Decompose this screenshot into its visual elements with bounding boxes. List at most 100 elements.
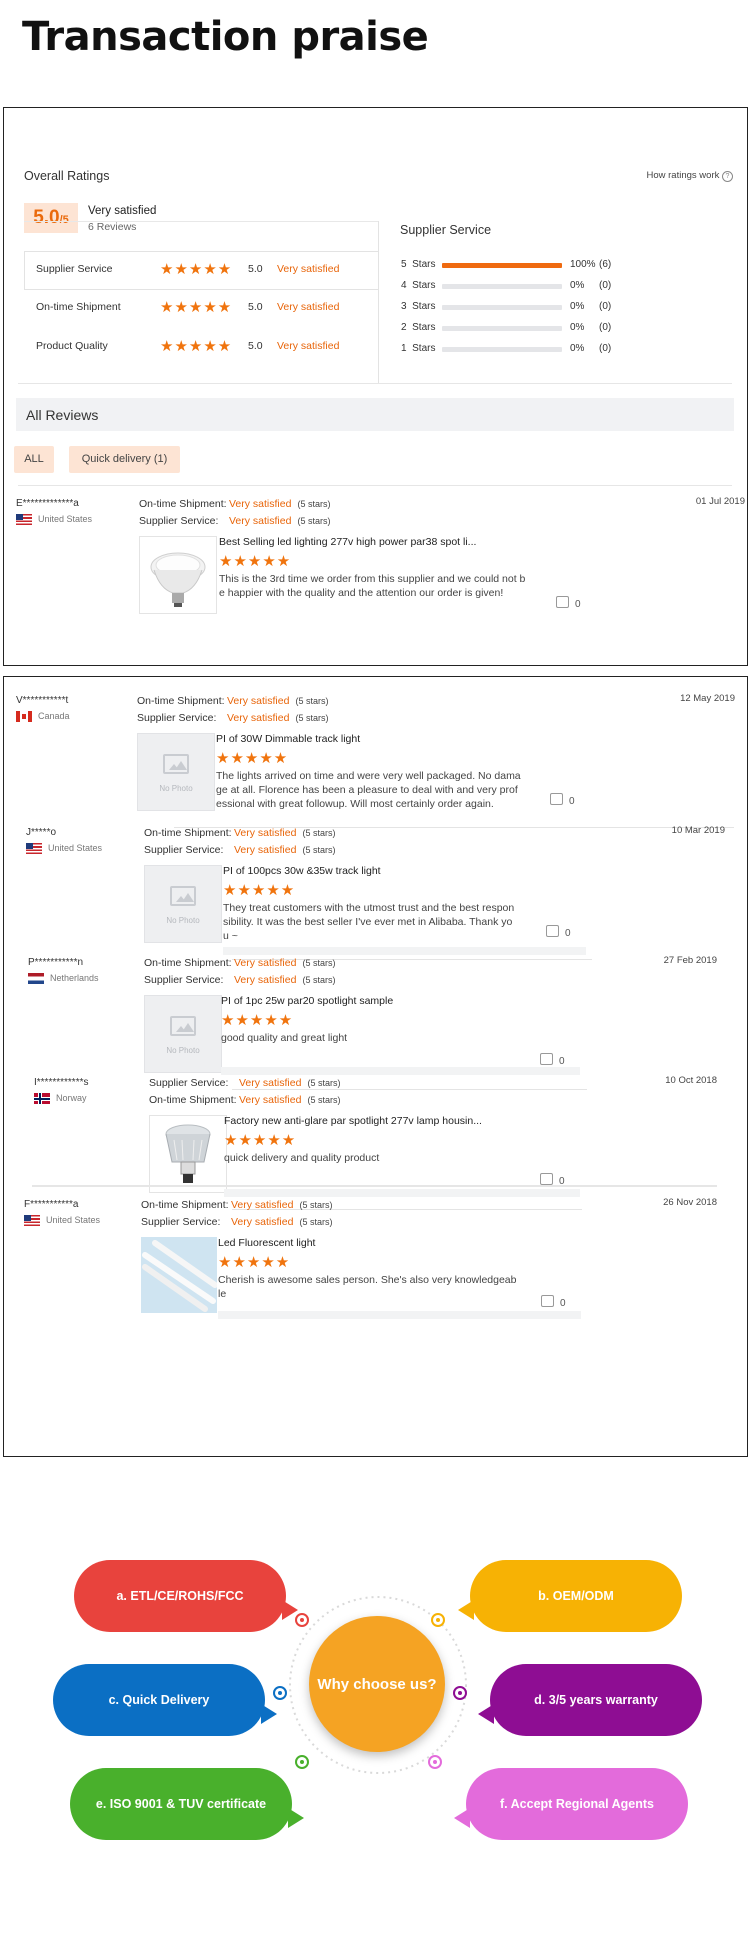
criterion-stars: (5 stars) [302, 958, 336, 968]
review-text: The lights arrived on time and were very… [216, 770, 521, 810]
reviewer-country: United States [24, 1215, 100, 1227]
no-photo-placeholder[interactable]: No Photo [144, 865, 222, 943]
bubble-tail [288, 1808, 304, 1828]
reply-area [223, 947, 586, 955]
criterion-label: On-time Shipment: [137, 695, 225, 707]
bubble-tail [458, 1600, 474, 1620]
breakdown-count: (0) [599, 322, 612, 333]
rating-row-label: Very satisfied [277, 301, 340, 313]
like-count: 0 [575, 599, 581, 610]
rating-row-name: Product Quality [36, 340, 108, 352]
breakdown-star-label: 4 Stars [401, 280, 436, 291]
par-bulb-photo [150, 552, 206, 607]
reviewer-country-name: Netherlands [50, 973, 99, 983]
criterion-value: Very satisfied [231, 1199, 294, 1211]
page-title: Transaction praise [22, 14, 429, 60]
review-date: 10 Mar 2019 [671, 825, 725, 836]
criterion-label: On-time Shipment: [149, 1094, 237, 1106]
like-button[interactable]: 0 [550, 793, 575, 807]
review-product-title[interactable]: PI of 100pcs 30w &35w track light [223, 865, 515, 877]
review-product-title[interactable]: Factory new anti-glare par spotlight 277… [224, 1115, 514, 1127]
image-placeholder-icon [170, 886, 196, 906]
criterion-value: Very satisfied [234, 844, 297, 856]
flag-us-icon [24, 1215, 40, 1227]
why-choose-us-graphic: a. ETL/CE/ROHS/FCC b. OEM/ODM c. Quick Del… [0, 1530, 750, 1860]
filter-all-button[interactable]: ALL [14, 446, 54, 473]
review-stars: ★★★★★ [219, 553, 292, 570]
reviewer-name: V***********t [16, 695, 69, 706]
rating-row-label: Very satisfied [277, 340, 340, 352]
product-thumbnail[interactable] [139, 536, 217, 614]
flag-us-icon [16, 514, 32, 526]
reviews-panel: V***********t Canada On-time Shipment: Very… [3, 676, 748, 1457]
criterion-stars: (5 stars) [302, 845, 336, 855]
why-bubble: f. Accept Regional Agents [454, 1768, 688, 1840]
breakdown-star-label: 2 Stars [401, 322, 436, 333]
review-product-title[interactable]: Best Selling led lighting 277v high powe… [219, 536, 529, 548]
review-date: 27 Feb 2019 [663, 955, 717, 966]
review-criterion-row: Supplier Service: Very satisfied (5 stars) [141, 1216, 332, 1228]
rating-row-stars: ★★★★★ [160, 299, 233, 316]
review-stars: ★★★★★ [223, 882, 296, 899]
review-product-title[interactable]: Led Fluorescent light [218, 1237, 518, 1249]
product-thumbnail[interactable] [141, 1237, 218, 1313]
review-text: This is the 3rd time we order from this … [219, 573, 526, 599]
reviewer-name: E*************a [16, 498, 79, 509]
breakdown-star-label: 5 Stars [401, 259, 436, 270]
criterion-value: Very satisfied [227, 712, 290, 724]
like-button[interactable]: 0 [556, 596, 581, 610]
review-criterion-row: On-time Shipment: Very satisfied (5 stars) [149, 1094, 340, 1106]
criterion-value: Very satisfied [229, 515, 292, 527]
reviewer-info: P***********n Netherlands [28, 957, 99, 985]
criterion-stars: (5 stars) [307, 1078, 341, 1088]
breakdown-percent: 0% [570, 343, 585, 354]
review-separator [32, 1185, 717, 1187]
bubble-tail [478, 1704, 494, 1724]
help-icon: ? [722, 171, 733, 182]
no-photo-label: No Photo [166, 1046, 200, 1055]
review-criterion-row: Supplier Service: Very satisfied (5 stars) [144, 974, 335, 986]
why-connector-dot [295, 1613, 309, 1627]
breakdown-bar-track [442, 305, 562, 310]
review-product-title[interactable]: PI of 30W Dimmable track light [216, 733, 521, 745]
breakdown-percent: 0% [570, 322, 585, 333]
reviewer-country: Canada [16, 711, 70, 723]
why-bubble: d. 3/5 years warranty [478, 1664, 702, 1736]
reviewer-info: V***********t Canada [16, 695, 70, 723]
rating-row-name: Supplier Service [36, 263, 113, 275]
criterion-stars: (5 stars) [299, 1200, 333, 1210]
flag-ca-icon [16, 711, 32, 723]
reviewer-name: F***********a [24, 1199, 79, 1210]
no-photo-placeholder[interactable]: No Photo [144, 995, 222, 1073]
led-tube-photo [141, 1237, 218, 1313]
review-product-title[interactable]: PI of 1pc 25w par20 spotlight sample [221, 995, 516, 1007]
why-bubble-label: b. OEM/ODM [538, 1589, 614, 1603]
criterion-value: Very satisfied [231, 1216, 294, 1228]
how-ratings-work-link[interactable]: How ratings work ? [647, 170, 733, 182]
like-button[interactable]: 0 [540, 1053, 565, 1067]
criterion-value: Very satisfied [234, 974, 297, 986]
breakdown-bar-fill [442, 263, 562, 268]
review-criterion-row: Supplier Service: Very satisfied (5 stars) [144, 844, 335, 856]
like-button[interactable]: 0 [541, 1295, 566, 1309]
why-bubble: e. ISO 9001 & TUV certificate [70, 1768, 304, 1840]
why-connector-dot [428, 1755, 442, 1769]
thumbs-up-icon [540, 1053, 553, 1065]
filter-quick-delivery-button[interactable]: Quick delivery (1) [69, 446, 180, 473]
no-photo-placeholder[interactable]: No Photo [137, 733, 215, 811]
product-thumbnail[interactable] [149, 1115, 227, 1193]
review-text: quick delivery and quality product [224, 1152, 380, 1164]
reviewer-info: E*************a United States [16, 498, 92, 526]
criterion-label: On-time Shipment: [144, 957, 232, 969]
why-bubble: a. ETL/CE/ROHS/FCC [74, 1560, 298, 1632]
reviewer-info: J*****o United States [26, 827, 102, 855]
reply-area [221, 1067, 580, 1075]
flag-nl-icon [28, 973, 44, 985]
thumbs-up-icon [541, 1295, 554, 1307]
thumbs-up-icon [540, 1173, 553, 1185]
overall-ratings-heading: Overall Ratings [24, 169, 110, 183]
why-connector-dot [295, 1755, 309, 1769]
review-text: good quality and great light [221, 1032, 348, 1044]
like-button[interactable]: 0 [546, 925, 571, 939]
why-center-circle: Why choose us? [309, 1616, 445, 1752]
